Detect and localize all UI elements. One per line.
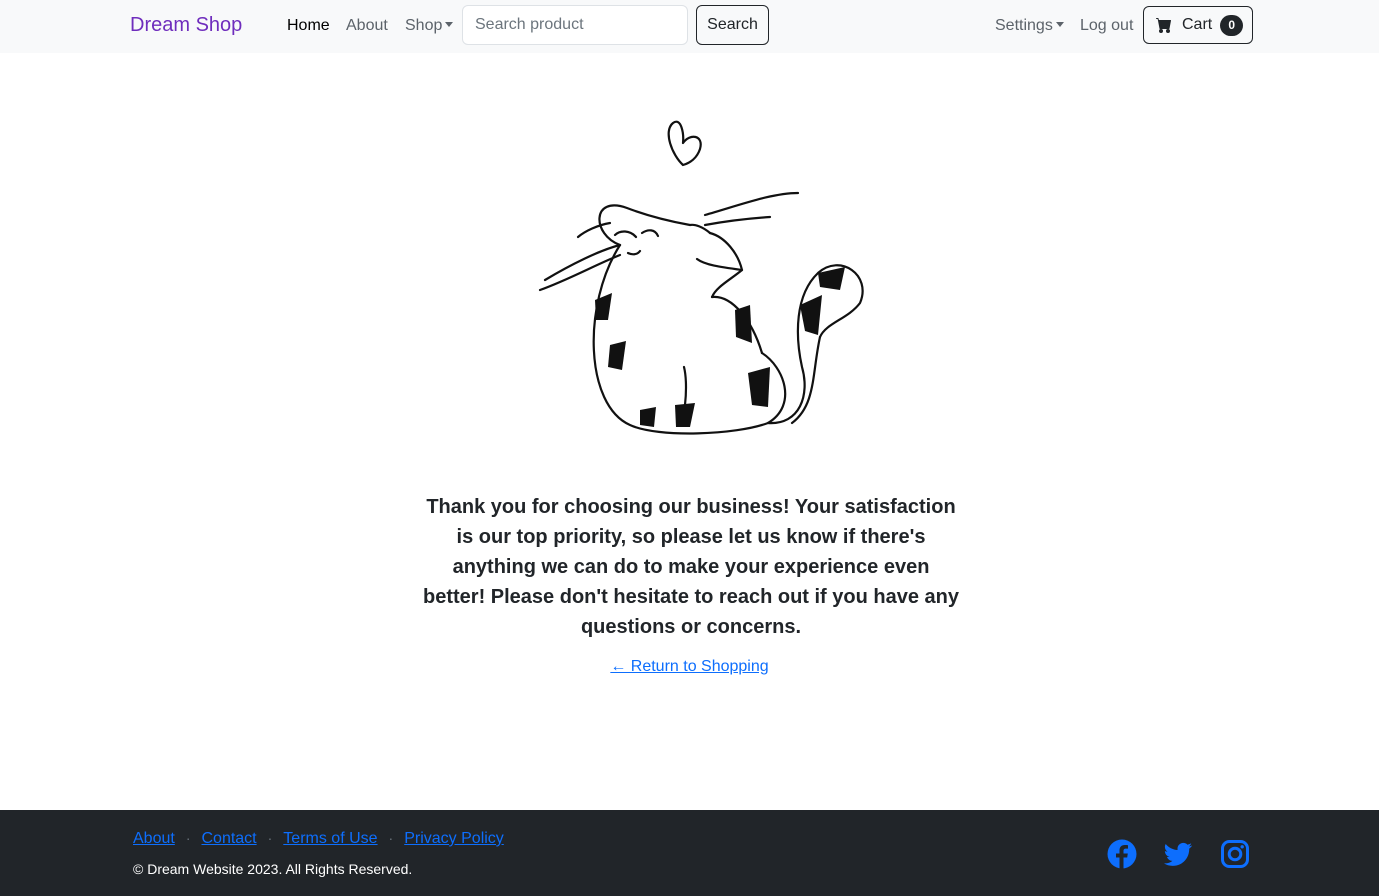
navbar: Dream Shop Home About Shop Search Settin… xyxy=(0,0,1379,53)
cart-label: Cart xyxy=(1182,16,1213,33)
chevron-down-icon xyxy=(1055,22,1064,27)
return-to-shopping-link[interactable]: ← Return to Shopping xyxy=(610,658,768,675)
footer-contact-link[interactable]: Contact xyxy=(201,830,256,847)
footer: About · Contact · Terms of Use · Privacy Polic… xyxy=(0,810,1379,896)
cat-illustration xyxy=(538,120,864,435)
thank-you-message: Thank you for choosing our business! You… xyxy=(423,496,959,638)
nav-settings-label: Settings xyxy=(995,17,1053,34)
cart-button[interactable]: Cart 0 xyxy=(1143,6,1253,44)
footer-links: About · Contact · Terms of Use · Privacy Polic… xyxy=(133,830,504,848)
nav-shop-label: Shop xyxy=(405,17,443,34)
instagram-icon[interactable] xyxy=(1220,839,1250,869)
footer-terms-link[interactable]: Terms of Use xyxy=(283,830,377,847)
copyright-text: © Dream Website 2023. All Rights Reserve… xyxy=(133,861,413,877)
chevron-down-icon xyxy=(445,22,454,27)
brand-logo[interactable]: Dream Shop xyxy=(130,14,242,37)
nav-about-link[interactable]: About xyxy=(346,17,388,35)
nav-home-link[interactable]: Home xyxy=(287,17,330,35)
twitter-icon[interactable] xyxy=(1163,839,1193,869)
nav-settings-dropdown[interactable]: Settings xyxy=(995,17,1064,35)
search-button[interactable]: Search xyxy=(696,5,769,45)
nav-logout-link[interactable]: Log out xyxy=(1080,17,1133,35)
cart-count-badge: 0 xyxy=(1220,14,1244,36)
facebook-icon[interactable] xyxy=(1107,839,1137,869)
return-link-container: ← Return to Shopping xyxy=(0,658,1379,676)
footer-separator: · xyxy=(388,830,394,846)
footer-about-link[interactable]: About xyxy=(133,830,175,847)
footer-privacy-link[interactable]: Privacy Policy xyxy=(404,830,504,847)
search-input[interactable] xyxy=(462,5,688,45)
cart-icon xyxy=(1156,18,1171,33)
footer-separator: · xyxy=(185,830,191,846)
footer-separator: · xyxy=(267,830,273,846)
nav-shop-dropdown[interactable]: Shop xyxy=(405,17,454,35)
